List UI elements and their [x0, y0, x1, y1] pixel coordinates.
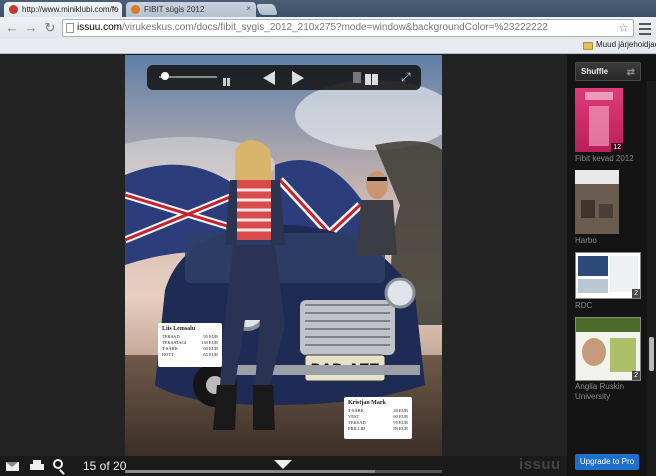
document-viewer: BAD AZZ Liis Lemsalu TEKSAD95 EUR TEKSAT…	[0, 55, 567, 476]
related-sidebar: Shuffle ⇄ 12 Fibit kevad 2012 Harbo 2 RD…	[567, 55, 656, 476]
magazine-page[interactable]: BAD AZZ Liis Lemsalu TEKSAD95 EUR TEKSAT…	[125, 55, 442, 456]
pause-icon[interactable]	[223, 73, 231, 86]
zoom-slider-knob[interactable]	[161, 72, 169, 80]
fullscreen-icon[interactable]: ⤢	[401, 71, 414, 84]
page-scrubber-fill	[125, 470, 375, 473]
bookmark-folder-label: Muud järjehoidjad	[596, 40, 656, 49]
address-path: /virukeskus.com/docs/fibit_sygis_2012_21…	[122, 22, 548, 33]
favicon-icon	[131, 5, 140, 14]
address-host: issuu.com	[77, 22, 123, 33]
tab-miniklubi[interactable]: http://www.miniklubi.com/fo ×	[4, 2, 122, 17]
next-page-icon[interactable]	[292, 71, 304, 85]
page-count: 15 of 20	[83, 459, 127, 473]
publication-thumbnail[interactable]: 2	[575, 252, 641, 299]
price-card-kristjan: Kristjan Mark T-SÄRK 40 EUR VEST 60 EUR TE…	[344, 397, 412, 439]
publication-thumbnail[interactable]: 12	[575, 88, 623, 152]
back-button[interactable]: ←	[4, 20, 20, 36]
sidebar-scrollbar-thumb[interactable]	[649, 337, 654, 371]
upgrade-button[interactable]: Upgrade to Pro	[575, 454, 639, 470]
reload-button[interactable]: ↻	[42, 20, 58, 36]
wrench-menu-icon[interactable]	[638, 20, 652, 36]
card-row: BOTT 65 EUR	[162, 352, 218, 357]
publication-title[interactable]: Fibit kevad 2012	[575, 154, 645, 164]
sidebar-scrollbar-track[interactable]	[647, 81, 656, 476]
publication-title[interactable]: RDC	[575, 301, 645, 311]
card-name: Kristjan Mark	[348, 400, 386, 406]
thumbnail-image	[578, 256, 638, 293]
single-page-view-icon[interactable]	[353, 72, 361, 83]
tab-title: http://www.miniklubi.com/fo	[22, 5, 119, 14]
search-icon[interactable]	[53, 459, 63, 469]
spread-view-icon[interactable]	[365, 72, 379, 85]
thumbnail-image	[576, 318, 640, 372]
close-icon[interactable]: ×	[112, 4, 117, 13]
shuffle-label: Shuffle	[581, 67, 609, 76]
bookmarks-bar: Muud järjehoidjad	[0, 39, 656, 54]
print-icon[interactable]	[30, 460, 44, 472]
publication-thumbnail[interactable]: 2	[575, 317, 641, 381]
browser-toolbar: ← → ↻ issuu.com/virukeskus.com/docs/fibi…	[0, 17, 656, 39]
star-icon[interactable]: ☆	[618, 20, 629, 36]
publication-title[interactable]: Harbo	[575, 236, 645, 246]
publication-title[interactable]: Anglia Ruskin University	[575, 382, 645, 402]
new-tab-button[interactable]	[255, 4, 279, 15]
page-badge: 2	[632, 371, 640, 380]
tab-fibit[interactable]: FIBIT sügis 2012 ×	[126, 2, 256, 17]
page-badge: 2	[632, 289, 640, 298]
close-icon[interactable]: ×	[246, 4, 251, 13]
tab-strip: http://www.miniklubi.com/fo × FIBIT sügi…	[0, 0, 656, 17]
shuffle-icon: ⇄	[626, 67, 635, 78]
favicon-icon	[9, 5, 18, 14]
price-card-liis: Liis Lemsalu TEKSAD 95 EUR TEKSATAGI 130 E…	[158, 323, 222, 367]
issuu-logo: issuu	[519, 456, 561, 473]
tab-title: FIBIT sügis 2012	[144, 5, 205, 14]
forward-button[interactable]: →	[23, 20, 39, 36]
bookmark-folder-other[interactable]: Muud järjehoidjad	[583, 40, 656, 50]
card-row: PRILLID 89 EUR	[348, 426, 408, 431]
publication-thumbnail[interactable]	[575, 170, 619, 234]
page-icon	[66, 23, 74, 33]
address-bar[interactable]: issuu.com/virukeskus.com/docs/fibit_sygi…	[62, 19, 634, 37]
thumbnail-image	[575, 170, 619, 234]
chevron-down-icon[interactable]	[274, 460, 292, 469]
envelope-icon[interactable]	[6, 462, 19, 471]
shuffle-button[interactable]: Shuffle ⇄	[575, 62, 641, 81]
card-name: Liis Lemsalu	[162, 326, 196, 332]
magazine-photo: BAD AZZ	[125, 55, 442, 456]
previous-page-icon[interactable]	[263, 71, 275, 85]
folder-icon	[583, 42, 593, 50]
viewer-bottom-bar: 15 of 20 issuu	[0, 456, 567, 476]
viewer-controls: ⤢	[147, 65, 421, 90]
page-badge: 12	[611, 143, 623, 152]
window-controls[interactable]	[628, 0, 656, 14]
